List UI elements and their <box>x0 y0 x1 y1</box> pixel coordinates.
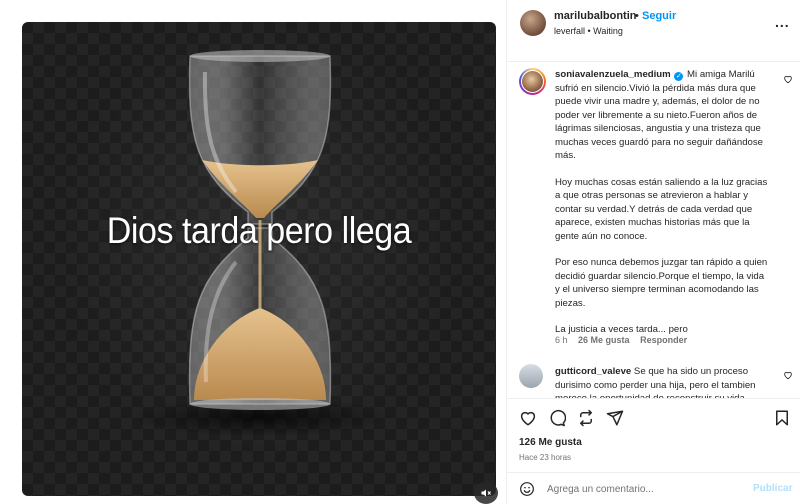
add-comment-bar: Publicar <box>507 472 800 504</box>
share-icon[interactable] <box>606 409 624 427</box>
caption-likes[interactable]: 26 Me gusta <box>578 335 630 345</box>
comments-list[interactable]: soniavalenzuela_medium ✓ Mi amiga Marilú… <box>507 62 800 398</box>
reply-button[interactable]: Responder <box>640 335 687 345</box>
post-header: marilubalbontin • Seguir leverfall • Wai… <box>507 0 800 62</box>
audio-track-label[interactable]: leverfall • Waiting <box>554 26 623 36</box>
post-timestamp[interactable]: Hace 23 horas <box>519 453 571 462</box>
post-author-username[interactable]: marilubalbontin <box>554 10 637 22</box>
bookmark-icon[interactable] <box>773 409 791 427</box>
media-panel: Dios tarda pero llega <box>0 0 506 504</box>
post-details-panel: marilubalbontin • Seguir leverfall • Wai… <box>506 0 800 504</box>
like-comment-heart-icon[interactable] <box>783 74 793 84</box>
post-modal: Dios tarda pero llega marilubalbontin • … <box>0 0 800 504</box>
emoji-icon[interactable] <box>519 481 535 497</box>
comment-icon[interactable] <box>548 409 566 427</box>
post-image[interactable]: Dios tarda pero llega <box>22 22 496 496</box>
caption-meta: 6 h 26 Me gusta Responder <box>555 335 695 345</box>
repost-icon[interactable] <box>577 409 595 427</box>
caption-text: soniavalenzuela_medium ✓ Mi amiga Marilú… <box>555 68 771 337</box>
speaker-muted-icon <box>481 489 491 497</box>
caption-time: 6 h <box>555 335 568 345</box>
follow-button[interactable]: Seguir <box>642 10 676 22</box>
caption-paragraph: Hoy muchas cosas están saliendo a la luz… <box>555 176 768 242</box>
like-comment-heart-icon[interactable] <box>783 370 793 380</box>
hourglass-illustration <box>130 50 390 437</box>
caption-author-avatar[interactable] <box>519 68 546 95</box>
avatar[interactable] <box>520 10 546 36</box>
verified-badge-icon: ✓ <box>674 72 684 81</box>
separator-dot: • <box>635 10 639 22</box>
more-options-icon[interactable]: ... <box>775 14 790 30</box>
commenter-avatar[interactable] <box>519 364 543 388</box>
caption-author-username[interactable]: soniavalenzuela_medium <box>555 69 671 80</box>
caption-paragraph: Por eso nunca debemos juzgar tan rápido … <box>555 257 768 309</box>
post-actions: 126 Me gusta Hace 23 horas <box>507 398 800 472</box>
likes-count[interactable]: 126 Me gusta <box>519 437 582 448</box>
image-overlay-text: Dios tarda pero llega <box>106 210 412 251</box>
commenter-username[interactable]: gutticord_valeve <box>555 366 631 377</box>
post-comment-button[interactable]: Publicar <box>753 483 792 494</box>
mute-button[interactable] <box>474 482 498 504</box>
heart-icon[interactable] <box>519 409 537 427</box>
caption-paragraph: Mi amiga Marilú sufrió en silencio.Vivió… <box>555 69 764 161</box>
comment-input[interactable] <box>547 479 737 499</box>
comment-text: gutticord_valeve Se que ha sido un proce… <box>555 365 771 398</box>
